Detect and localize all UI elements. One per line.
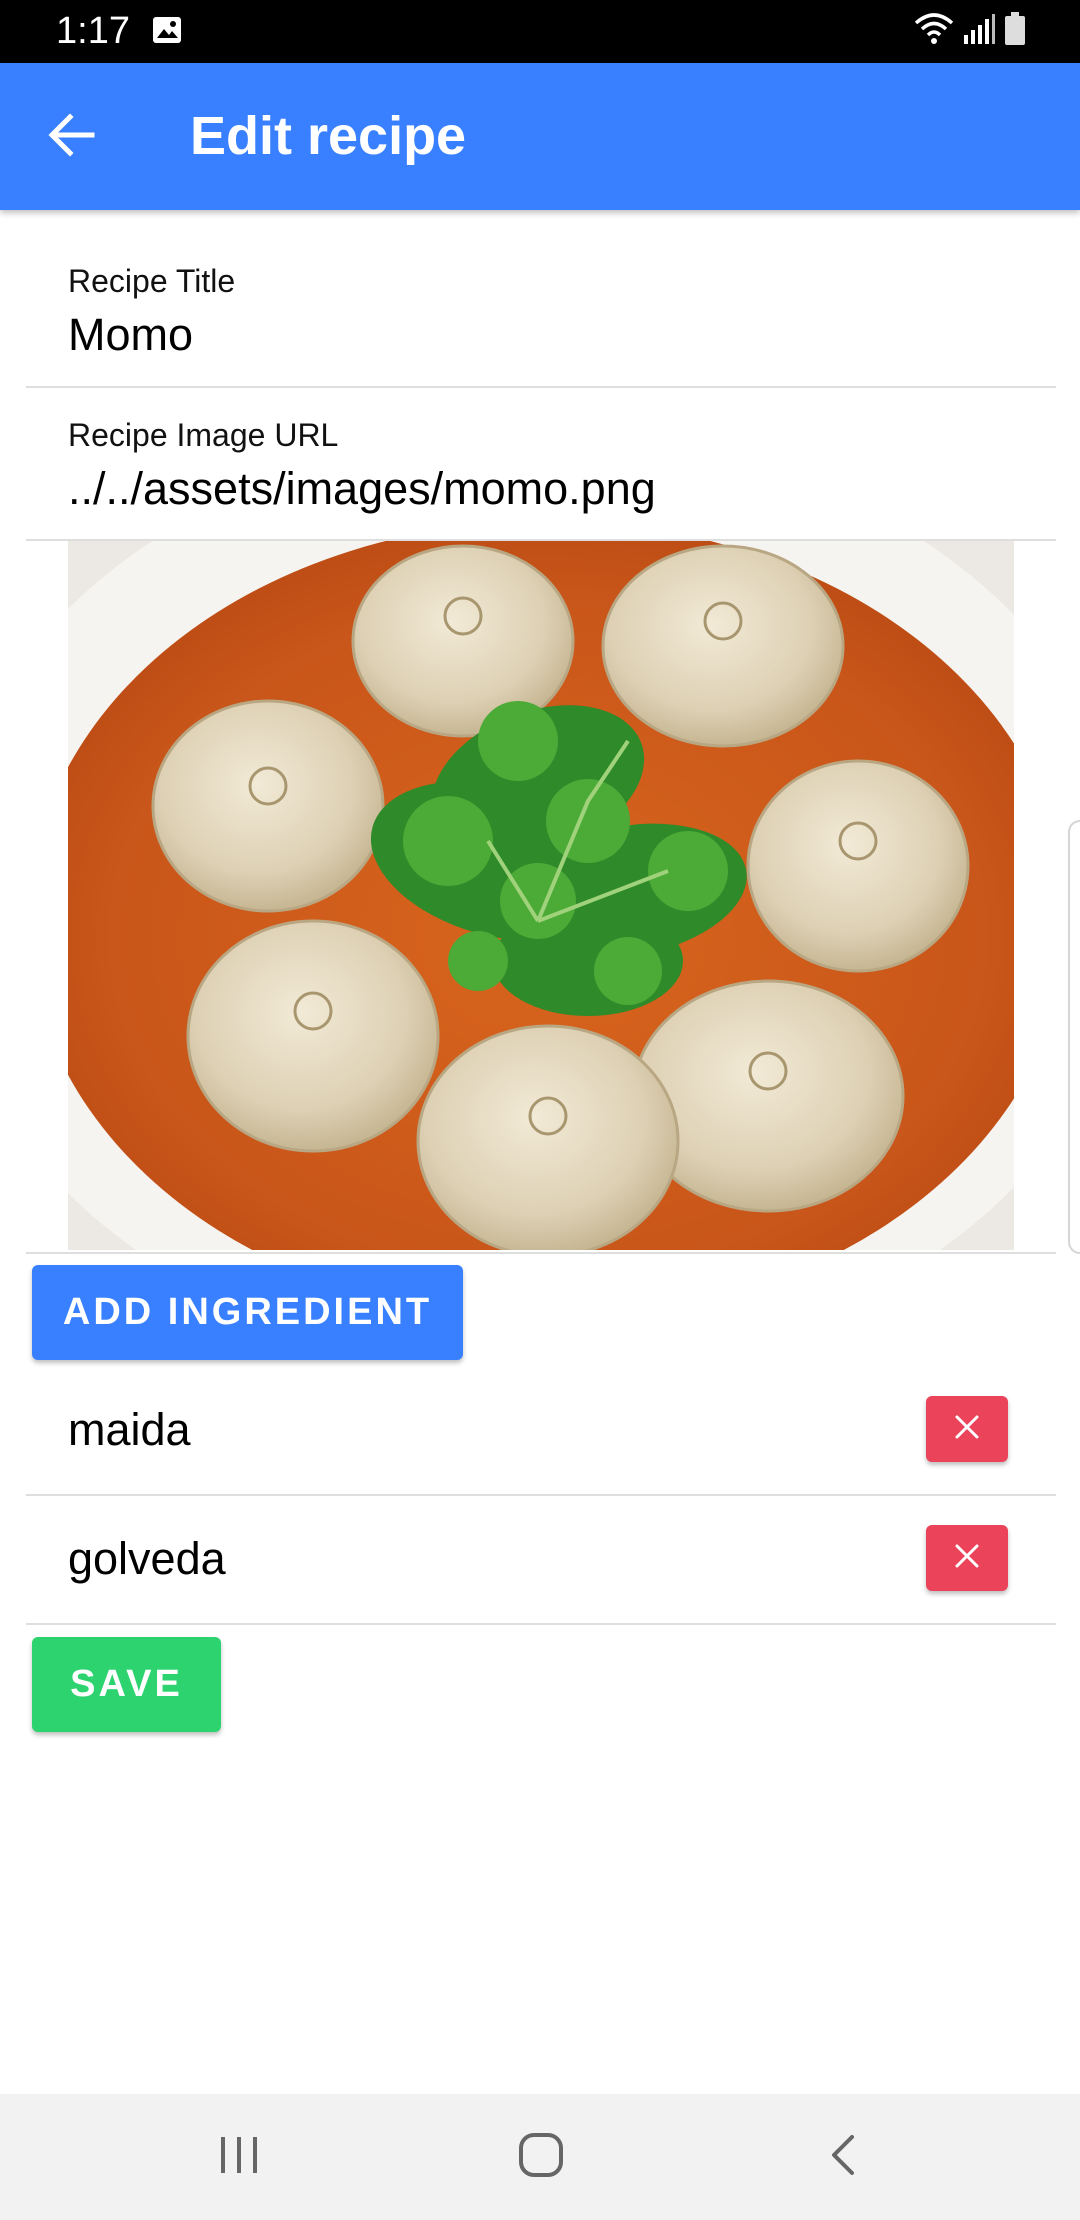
recipe-image-item [26, 541, 1056, 1254]
signal-icon [962, 13, 996, 50]
recipe-title-input[interactable] [68, 308, 1036, 362]
delete-ingredient-button[interactable] [926, 1525, 1008, 1591]
status-bar: 1:17 [0, 0, 1080, 63]
home-button[interactable] [506, 2124, 576, 2190]
arrow-left-icon [48, 112, 96, 162]
edge-panel-handle[interactable] [1068, 820, 1080, 1254]
recent-apps-icon [217, 2135, 261, 2180]
back-button[interactable] [34, 99, 110, 175]
recipe-title-label: Recipe Title [68, 263, 236, 299]
status-time: 1:17 [56, 10, 130, 52]
recipe-image-url-label: Recipe Image URL [68, 417, 339, 453]
close-icon [954, 1414, 980, 1445]
recipe-image-url-input[interactable] [68, 462, 1036, 516]
add-ingredient-button[interactable]: ADD INGREDIENT [32, 1265, 463, 1360]
home-icon [517, 2131, 565, 2184]
close-icon [954, 1543, 980, 1574]
wifi-icon [914, 12, 954, 50]
system-nav-bar [0, 2094, 1080, 2220]
system-back-button[interactable] [808, 2124, 878, 2190]
ingredient-name: golveda [68, 1533, 226, 1584]
battery-icon [1004, 11, 1026, 51]
ingredient-row: golveda [26, 1496, 1056, 1625]
page-title: Edit recipe [190, 106, 467, 166]
recipe-image-url-item: Recipe Image URL [26, 388, 1056, 541]
recipe-title-item: Recipe Title [26, 210, 1056, 388]
back-icon [828, 2133, 858, 2182]
save-button[interactable]: SAVE [32, 1637, 221, 1732]
recipe-image [68, 541, 1014, 1250]
delete-ingredient-button[interactable] [926, 1396, 1008, 1462]
gallery-icon [152, 16, 182, 44]
app-header: Edit recipe [0, 63, 1080, 210]
recent-apps-button[interactable] [204, 2124, 274, 2190]
ingredient-name: maida [68, 1404, 191, 1455]
ingredient-row: maida [26, 1367, 1056, 1496]
